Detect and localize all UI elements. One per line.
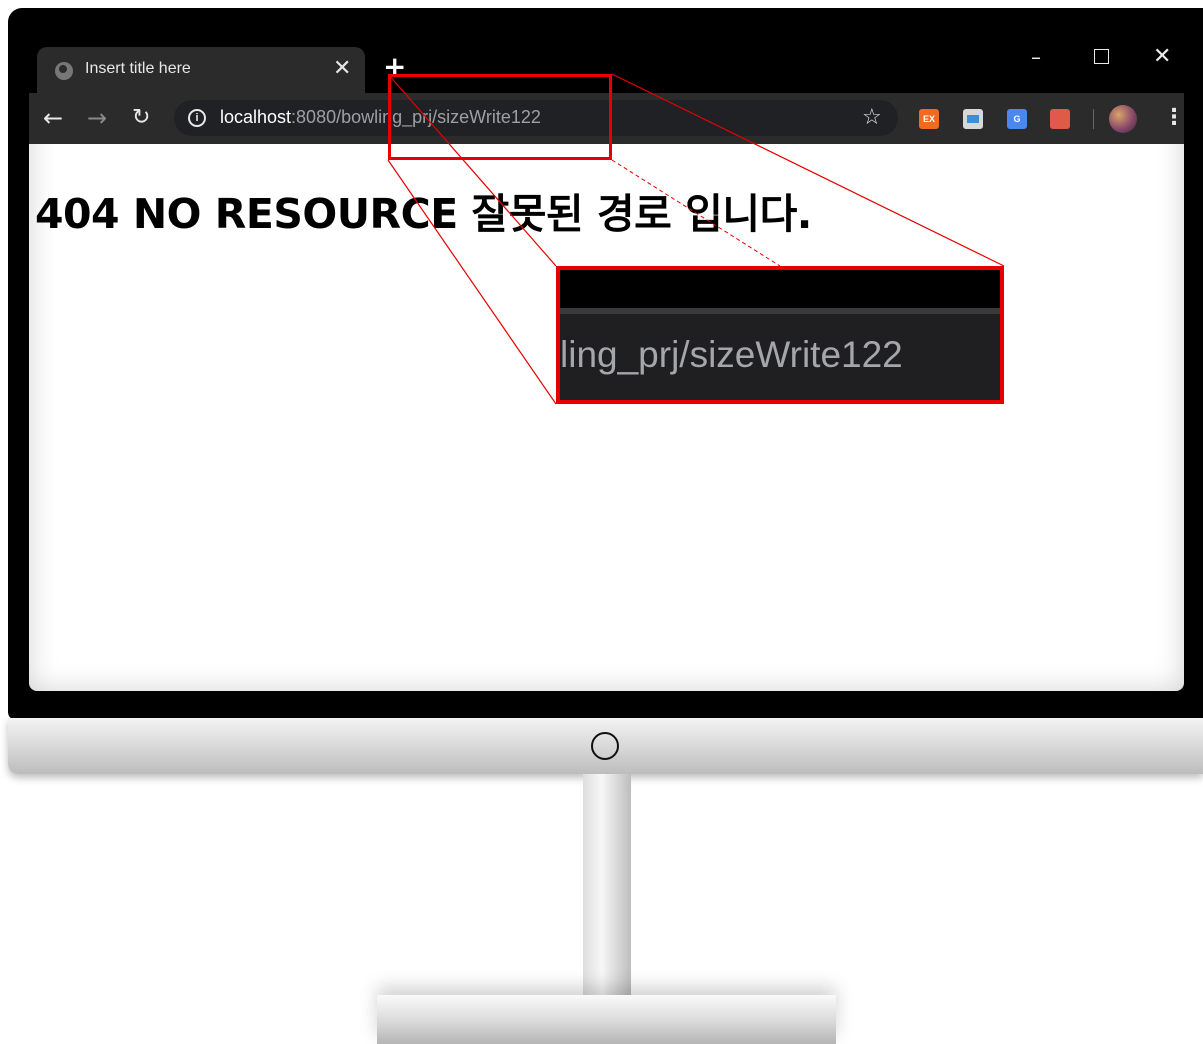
forward-button[interactable]: → — [87, 103, 107, 133]
bookmark-star-icon[interactable]: ☆ — [862, 103, 882, 133]
tab-title: Insert title here — [85, 60, 191, 77]
tab-close-icon[interactable]: ✕ — [333, 56, 351, 82]
window-extension-icon[interactable] — [963, 109, 983, 129]
profile-avatar[interactable] — [1109, 105, 1137, 133]
browser-tab[interactable]: Insert title here ✕ — [37, 47, 365, 93]
menu-icon[interactable]: ⋮ — [1163, 103, 1184, 133]
window-close-button[interactable]: ✕ — [1153, 42, 1171, 72]
toolbar-divider — [1093, 109, 1094, 129]
ex-extension-icon[interactable]: EX — [919, 109, 939, 129]
url-host: localhost — [220, 107, 292, 127]
zoom-callout-text: ling_prj/sizeWrite122 — [560, 334, 903, 375]
back-button[interactable]: ← — [43, 103, 63, 133]
globe-icon — [55, 62, 73, 80]
highlight-box — [388, 74, 612, 160]
page-heading: 404 NO RESOURCE 잘못된 경로 입니다. — [35, 190, 812, 238]
zoom-callout: ling_prj/sizeWrite122 — [556, 266, 1004, 404]
minimize-button[interactable]: – — [1031, 42, 1041, 72]
maximize-button[interactable] — [1094, 49, 1109, 64]
reload-button[interactable]: ↻ — [132, 103, 150, 133]
badge-extension-icon[interactable] — [1050, 109, 1070, 129]
info-icon[interactable]: i — [188, 109, 206, 127]
monitor-stand-base — [377, 995, 836, 1044]
power-button — [591, 732, 619, 760]
monitor-stand-neck — [583, 774, 631, 1002]
translate-extension-icon[interactable]: G — [1007, 109, 1027, 129]
zoom-callout-edge — [560, 308, 1000, 314]
zoom-callout-top — [560, 270, 1000, 308]
